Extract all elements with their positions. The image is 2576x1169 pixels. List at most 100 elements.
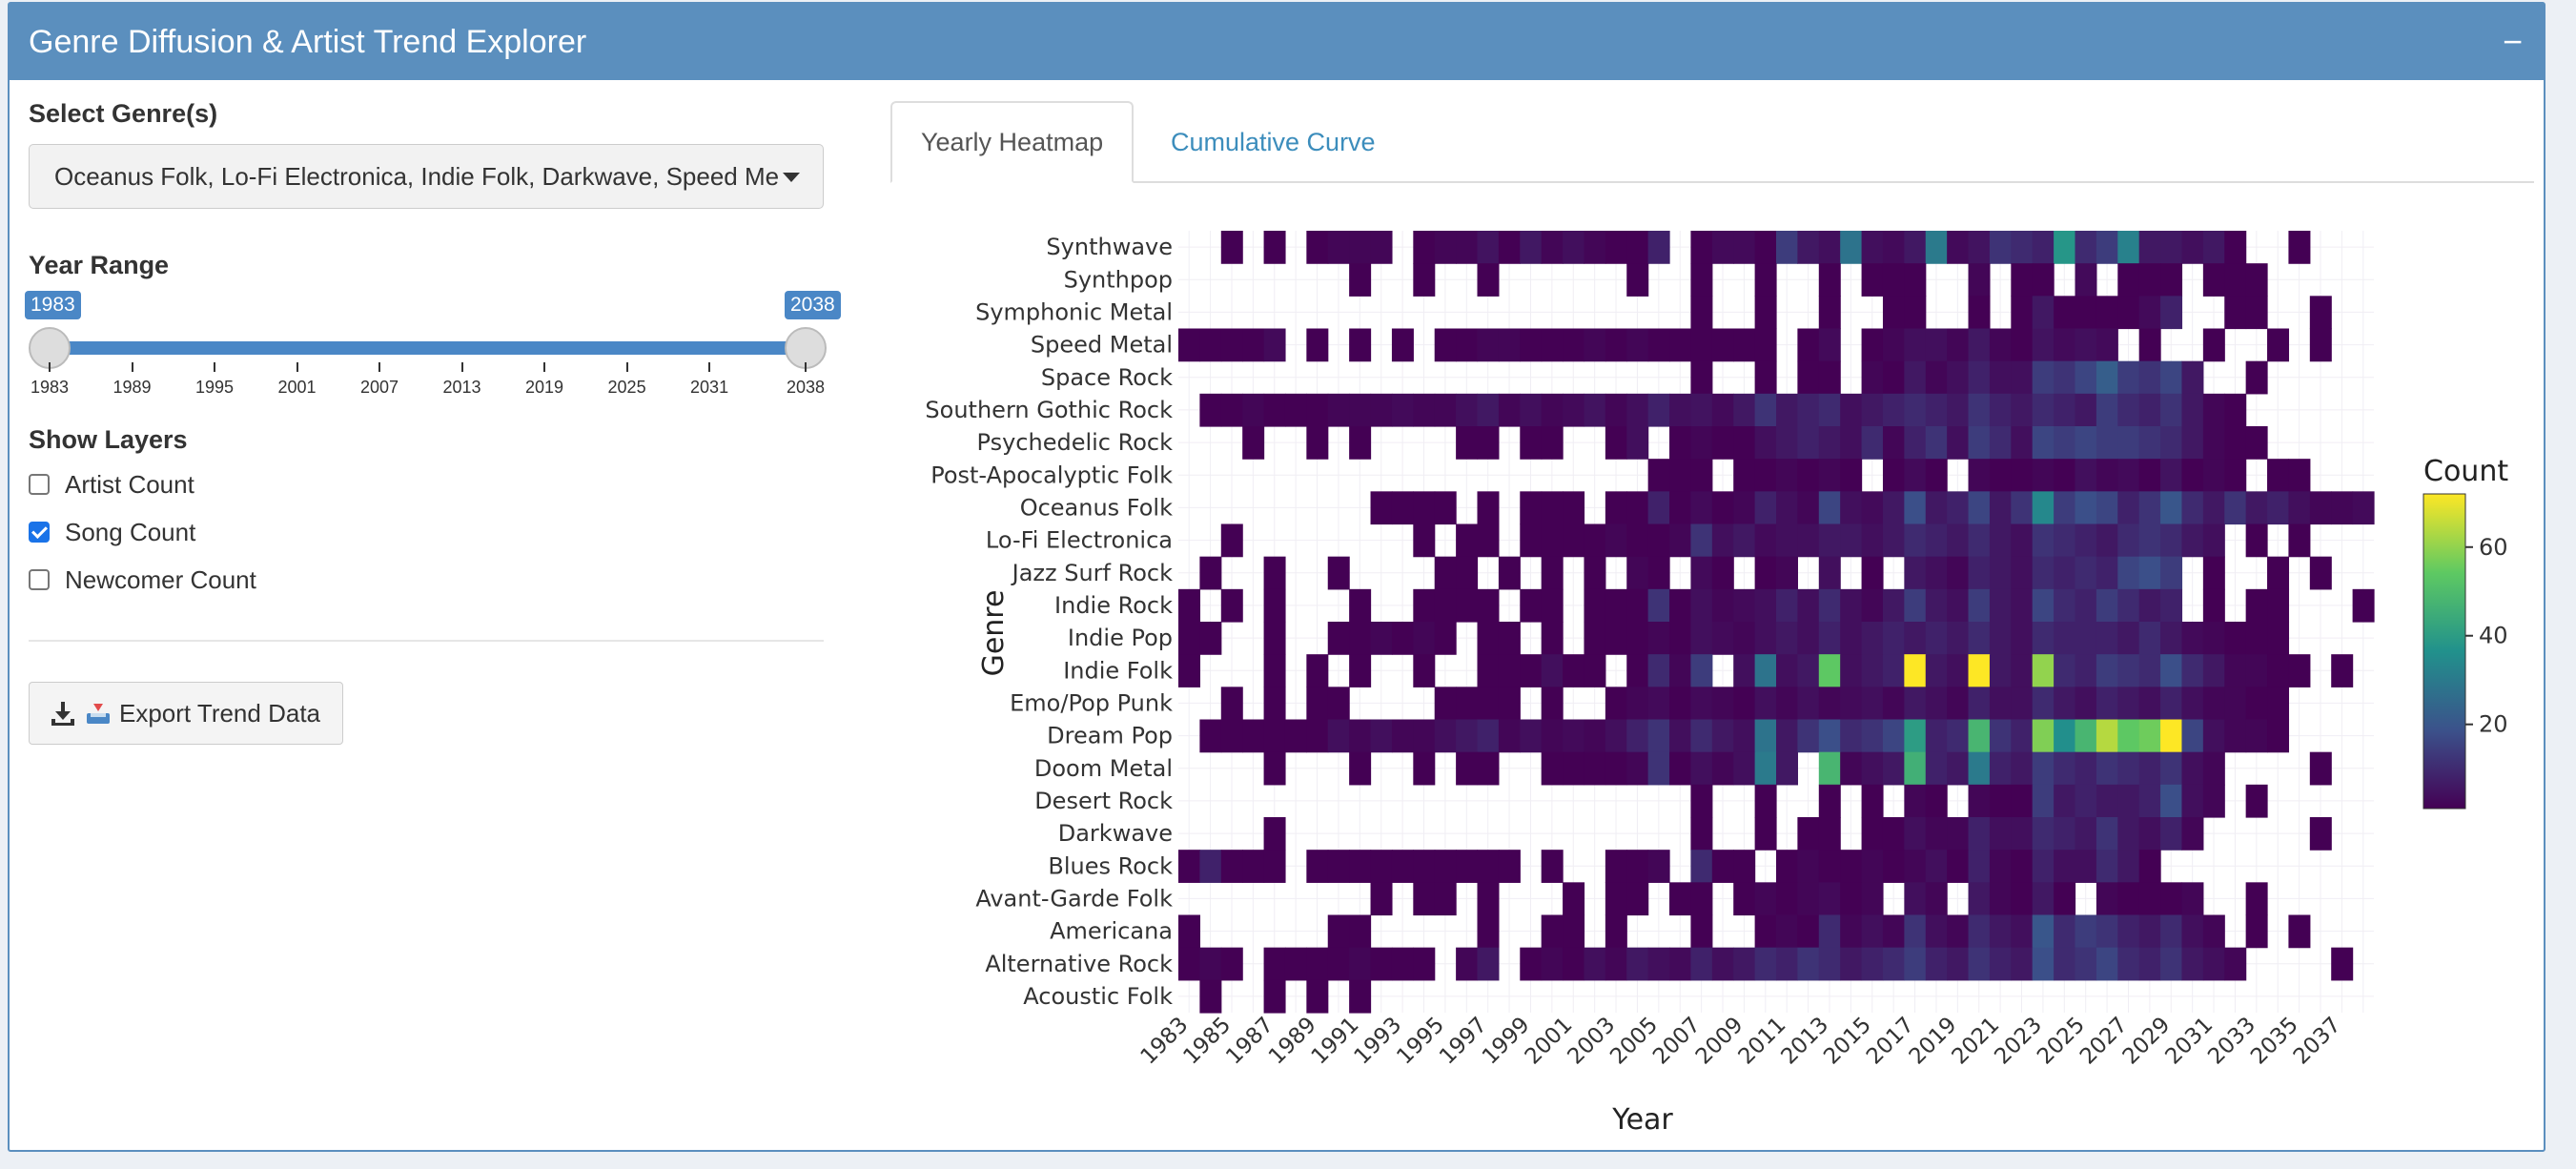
heatmap-cell — [2117, 817, 2140, 851]
collapse-button[interactable]: − — [2503, 25, 2523, 59]
heatmap-cell — [2117, 850, 2140, 883]
heatmap-cell — [1626, 882, 1649, 916]
heatmap-cell — [1391, 719, 1414, 753]
heatmap-cell — [1690, 360, 1713, 395]
heatmap-cell — [1669, 588, 1692, 623]
heatmap-cell — [2054, 491, 2076, 525]
checkbox[interactable] — [29, 522, 50, 543]
heatmap-cell — [1925, 687, 1948, 721]
heatmap-cell — [2032, 654, 2055, 687]
tab-yearly-heatmap[interactable]: Yearly Heatmap — [890, 101, 1135, 183]
heatmap-cell — [2160, 947, 2183, 981]
heatmap-cell — [2288, 914, 2311, 949]
heatmap-cell — [2011, 914, 2034, 949]
heatmap-cell — [1263, 556, 1286, 590]
heatmap-cell — [1605, 491, 1627, 525]
heatmap-cell — [2096, 491, 2118, 525]
heatmap-cell — [1711, 328, 1734, 362]
heatmap-cell — [1797, 654, 1820, 687]
heatmap-cell — [1776, 426, 1798, 460]
sidebar: Select Genre(s) Oceanus Folk, Lo-Fi Elec… — [25, 99, 841, 745]
checkbox[interactable] — [29, 474, 50, 495]
heatmap-cell — [1776, 393, 1798, 427]
heatmap-cell — [2096, 719, 2118, 753]
heatmap-cell — [1776, 751, 1798, 786]
heatmap-cell — [1669, 328, 1692, 362]
heatmap-cell — [2075, 850, 2097, 883]
heatmap-cell — [2075, 719, 2097, 753]
heatmap-cell — [1477, 523, 1500, 558]
heatmap-cell — [1690, 491, 1713, 525]
heatmap-cell — [1733, 654, 1756, 687]
heatmap-cell — [2138, 296, 2161, 330]
heatmap-cell — [2181, 687, 2204, 721]
heatmap-cell — [1477, 914, 1500, 949]
heatmap-cell — [1563, 654, 1585, 687]
heatmap-cell — [1818, 719, 1841, 753]
heatmap-cell — [1754, 914, 1777, 949]
heatmap-cell — [2011, 687, 2034, 721]
layer-newcomer-count[interactable]: Newcomer Count — [29, 556, 831, 604]
heatmap-cell — [1306, 979, 1329, 1014]
heatmap-cell — [2054, 523, 2076, 558]
y-tick-label: Americana — [1050, 918, 1173, 945]
heatmap-cell — [2117, 719, 2140, 753]
heatmap-cell — [2352, 491, 2375, 525]
y-tick-label: Psychedelic Rock — [977, 429, 1174, 456]
heatmap-cell — [1947, 622, 1970, 655]
heatmap-cell — [1647, 328, 1670, 362]
heatmap-cell — [2032, 393, 2055, 427]
tab-cumulative-curve[interactable]: Cumulative Curve — [1142, 101, 1404, 183]
heatmap-cell — [2138, 231, 2161, 264]
heatmap-cell — [1733, 426, 1756, 460]
heatmap-cell — [1947, 231, 1970, 264]
heatmap-cell — [1413, 751, 1436, 786]
heatmap-cell — [1797, 360, 1820, 395]
heatmap-cell — [1498, 393, 1521, 427]
heatmap-cell — [1690, 687, 1713, 721]
genre-select[interactable]: Oceanus Folk, Lo-Fi Electronica, Indie F… — [29, 144, 824, 209]
x-tick-label: 1991 — [1307, 1013, 1364, 1070]
heatmap-cell — [1413, 588, 1436, 623]
heatmap-cell — [1456, 588, 1479, 623]
heatmap-cell — [1925, 426, 1948, 460]
heatmap-cell — [1584, 393, 1606, 427]
heatmap-cell — [1754, 263, 1777, 297]
heatmap-cell — [1861, 882, 1884, 916]
heatmap-cell — [2202, 784, 2225, 818]
heatmap-cell — [1263, 850, 1286, 883]
heatmap-cell — [2096, 784, 2118, 818]
heatmap-cell — [2054, 654, 2076, 687]
heatmap-cell — [1968, 263, 1991, 297]
heatmap-cell — [1327, 687, 1350, 721]
heatmap-cell — [2181, 882, 2204, 916]
heatmap-cell — [1818, 459, 1841, 492]
heatmap-cell — [1434, 393, 1457, 427]
checkbox[interactable] — [29, 569, 50, 590]
heatmap-cell — [2011, 588, 2034, 623]
heatmap-cell — [1861, 556, 1884, 590]
heatmap-cell — [1199, 719, 1222, 753]
heatmap-cell — [1306, 850, 1329, 883]
heatmap-cell — [2245, 784, 2268, 818]
heatmap-cell — [1434, 882, 1457, 916]
heatmap-cell — [1370, 491, 1393, 525]
heatmap-cell — [1563, 328, 1585, 362]
export-trend-data-button[interactable]: Export Trend Data — [29, 682, 343, 745]
heatmap-cell — [2011, 523, 2034, 558]
heatmap-cell — [1626, 523, 1649, 558]
heatmap-cell — [1690, 914, 1713, 949]
heatmap-cell — [2267, 654, 2290, 687]
heatmap-cell — [1391, 328, 1414, 362]
heatmap-cell — [1584, 947, 1606, 981]
layer-artist-count[interactable]: Artist Count — [29, 461, 831, 508]
heatmap-cell — [2032, 687, 2055, 721]
heatmap-cell — [2160, 263, 2183, 297]
heatmap-cell — [1904, 360, 1927, 395]
heatmap-cell — [1968, 523, 1991, 558]
layer-song-count[interactable]: Song Count — [29, 508, 831, 556]
heatmap-cell — [1776, 947, 1798, 981]
heatmap-cell — [1563, 914, 1585, 949]
slider-track[interactable] — [57, 341, 810, 355]
year-range-slider[interactable]: 1983 2038 1983 1989 1995 2001 2007 2013 2019 20… — [25, 246, 841, 397]
